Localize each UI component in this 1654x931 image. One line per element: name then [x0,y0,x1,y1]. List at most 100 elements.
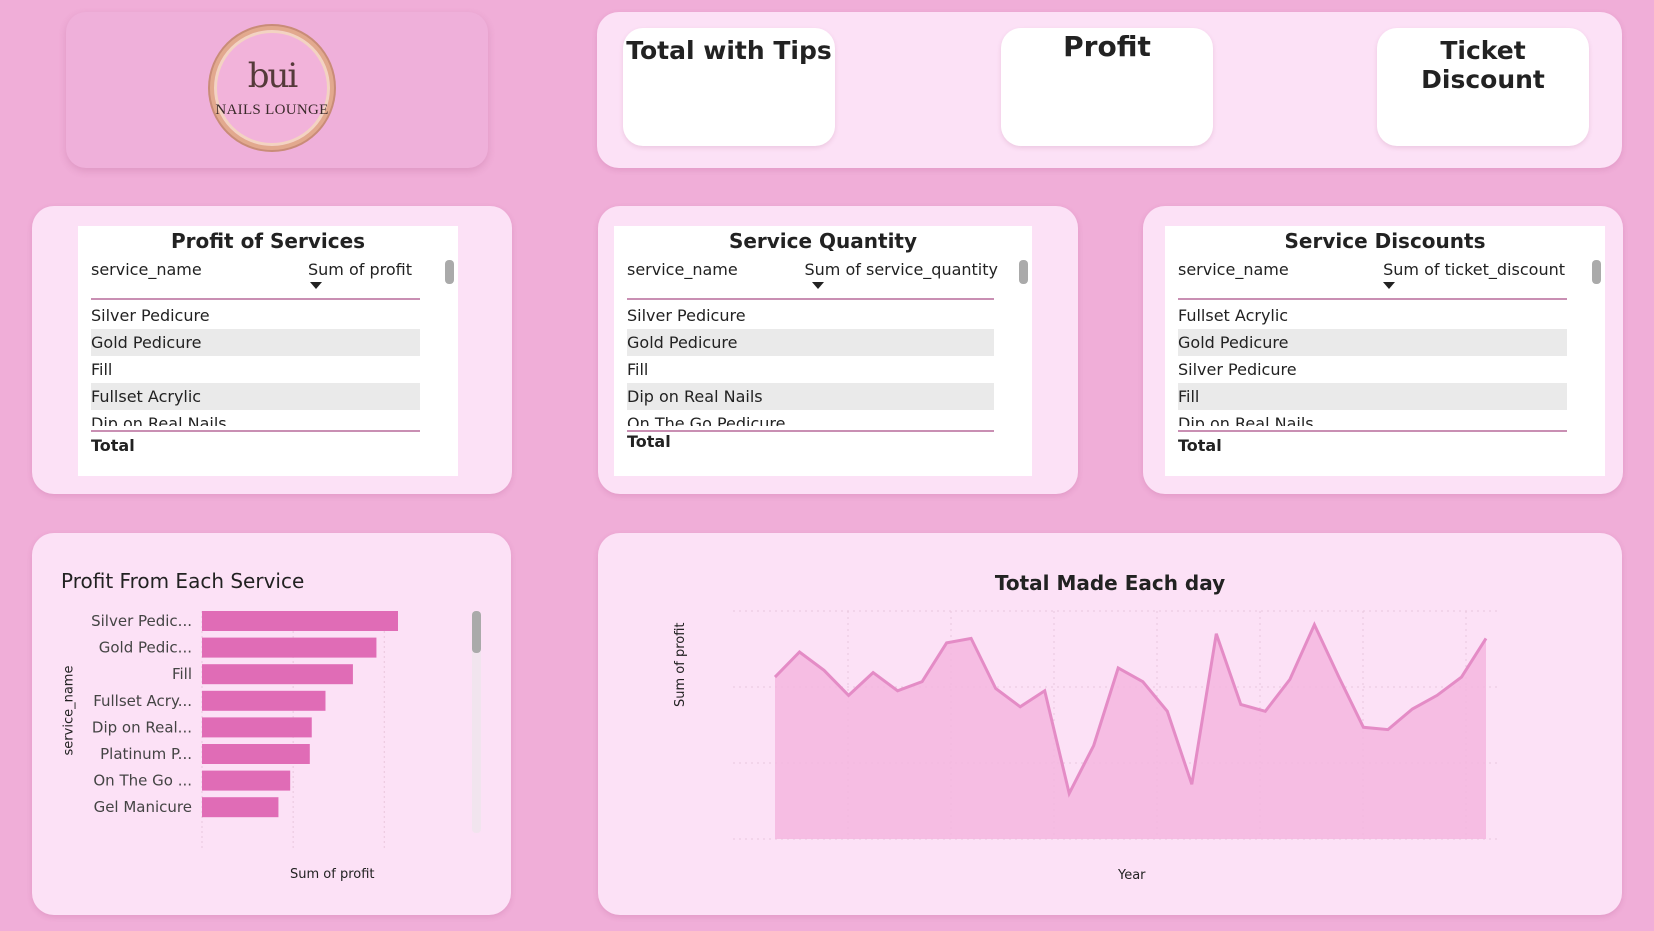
table-title: Profit of Services [170,229,366,253]
line-x-axis-label: Year [1118,868,1146,883]
table-row[interactable]: Dip on Real Nails [1178,410,1567,426]
table-row[interactable]: Fullset Acrylic [1178,302,1567,329]
cell-service-name: Gold Pedicure [91,333,202,352]
column-header-service-name[interactable]: service_name [627,260,738,279]
kpi-card-profit[interactable]: Profit [1001,28,1213,146]
table-row[interactable]: Fullset Acrylic [91,383,420,410]
table-row[interactable]: Gold Pedicure [91,329,420,356]
table-scrollbar[interactable] [1592,260,1601,284]
bar-category-label: Dip on Real... [92,718,192,736]
logo-panel: bui NAILS LOUNGE [66,12,488,168]
total-made-each-day-panel: Total Made Each day Year Sum of profit [598,533,1622,915]
table-row[interactable]: Fill [91,356,420,383]
cell-service-name: Dip on Real Nails [1178,414,1314,426]
table-row[interactable]: Silver Pedicure [627,302,994,329]
cell-service-name: Fill [1178,387,1200,406]
table-row[interactable]: Dip on Real Nails [91,410,420,426]
cell-service-name: Fill [627,360,649,379]
bar[interactable] [202,637,377,658]
bar[interactable] [202,611,398,631]
table-row[interactable]: On The Go Pedicure [627,410,994,426]
profit-of-services-table[interactable]: Profit of Services service_name Sum of p… [78,226,458,476]
bar-category-label: Fullset Acry... [93,692,192,710]
bar-chart-scroll-thumb[interactable] [472,611,481,653]
bar-category-label: On The Go ... [93,772,192,790]
cell-service-name: Silver Pedicure [91,306,210,325]
logo-brand-name: NAILS LOUNGE [215,102,329,118]
table-header: service_name Sum of service_quantity [627,260,998,300]
brand-logo: bui NAILS LOUNGE [210,26,334,150]
table-scrollbar[interactable] [445,260,454,284]
bar[interactable] [202,717,312,738]
table-header: service_name Sum of ticket_discount [1178,260,1567,300]
cell-service-name: Fullset Acrylic [91,387,202,406]
bar-y-axis-label: service_name [61,665,77,756]
table-rows: Silver Pedicure Gold Pedicure Fill Dip o… [627,302,994,426]
service-quantity-panel: Service Quantity service_name Sum of ser… [598,206,1078,494]
service-discounts-panel: Service Discounts service_name Sum of ti… [1143,206,1623,494]
area-fill [775,624,1486,839]
table-total-label: Total [627,432,671,451]
kpi-card-total-with-tips[interactable]: Total with Tips [623,28,835,146]
column-header-sum-of-profit[interactable]: Sum of profit [308,260,412,279]
cell-service-name: Dip on Real Nails [91,414,227,426]
table-row[interactable]: Silver Pedicure [91,302,420,329]
table-rows: Fullset Acrylic Gold Pedicure Silver Ped… [1178,302,1567,426]
column-header-sum-of-service-quantity[interactable]: Sum of service_quantity [805,260,999,279]
bar[interactable] [202,690,326,711]
area-chart[interactable] [598,533,1622,915]
table-row[interactable]: Dip on Real Nails [627,383,994,410]
column-header-service-name[interactable]: service_name [1178,260,1289,279]
total-divider [1178,430,1567,432]
bar[interactable] [202,664,353,685]
bar[interactable] [202,744,310,764]
table-row[interactable]: Fill [1178,383,1567,410]
cell-service-name: Silver Pedicure [1178,360,1297,379]
total-divider [627,430,994,432]
table-scrollbar[interactable] [1019,260,1028,284]
kpi-title: Total with Tips [626,36,832,65]
bar-category-label: Gold Pedic... [99,639,192,657]
line-y-axis-label: Sum of profit [673,622,688,708]
table-total-label: Total [1178,436,1222,455]
kpi-title: Ticket Discount [1421,36,1545,94]
sort-descending-icon[interactable] [812,282,824,289]
column-header-sum-of-ticket-discount[interactable]: Sum of ticket_discount [1383,260,1565,279]
bar[interactable] [202,770,291,791]
bar-category-label: Gel Manicure [94,798,192,816]
cell-service-name: On The Go Pedicure [627,414,786,426]
service-quantity-table[interactable]: Service Quantity service_name Sum of ser… [614,226,1032,476]
table-header: service_name Sum of profit [91,260,420,300]
column-header-service-name[interactable]: service_name [91,260,202,279]
table-row[interactable]: Gold Pedicure [1178,329,1567,356]
kpi-card-ticket-discount[interactable]: Ticket Discount [1377,28,1589,146]
bar-x-axis-label: Sum of profit [290,867,375,882]
cell-service-name: Gold Pedicure [1178,333,1289,352]
bar-chart[interactable]: Silver Pedic... Gold Pedic... Fill Fullset … [32,533,511,915]
cell-service-name: Silver Pedicure [627,306,746,325]
profit-from-each-service-panel: Profit From Each Service Silver Pedic...… [32,533,511,915]
table-row[interactable]: Fill [627,356,994,383]
kpi-panel: Total with Tips Profit Ticket Discount [597,12,1622,168]
table-row[interactable]: Gold Pedicure [627,329,994,356]
cell-service-name: Fill [91,360,113,379]
bar-category-label: Platinum P... [100,745,192,763]
logo-mark: bui [247,56,299,96]
service-discounts-table[interactable]: Service Discounts service_name Sum of ti… [1165,226,1605,476]
profit-of-services-panel: Profit of Services service_name Sum of p… [32,206,512,494]
bar[interactable] [202,797,279,818]
bar-category-label: Silver Pedic... [91,612,192,630]
bar-chart-scrollbar[interactable] [472,611,481,833]
table-row[interactable]: Silver Pedicure [1178,356,1567,383]
bar-category-label: Fill [172,665,192,683]
kpi-title: Profit [1063,30,1151,63]
cell-service-name: Fullset Acrylic [1178,306,1289,325]
table-title: Service Discounts [1284,229,1486,253]
sort-descending-icon[interactable] [1383,282,1395,289]
table-title: Service Quantity [728,229,918,253]
sort-descending-icon[interactable] [310,282,322,289]
table-rows: Silver Pedicure Gold Pedicure Fill Fulls… [91,302,420,426]
cell-service-name: Gold Pedicure [627,333,738,352]
cell-service-name: Dip on Real Nails [627,387,763,406]
total-divider [91,430,420,432]
